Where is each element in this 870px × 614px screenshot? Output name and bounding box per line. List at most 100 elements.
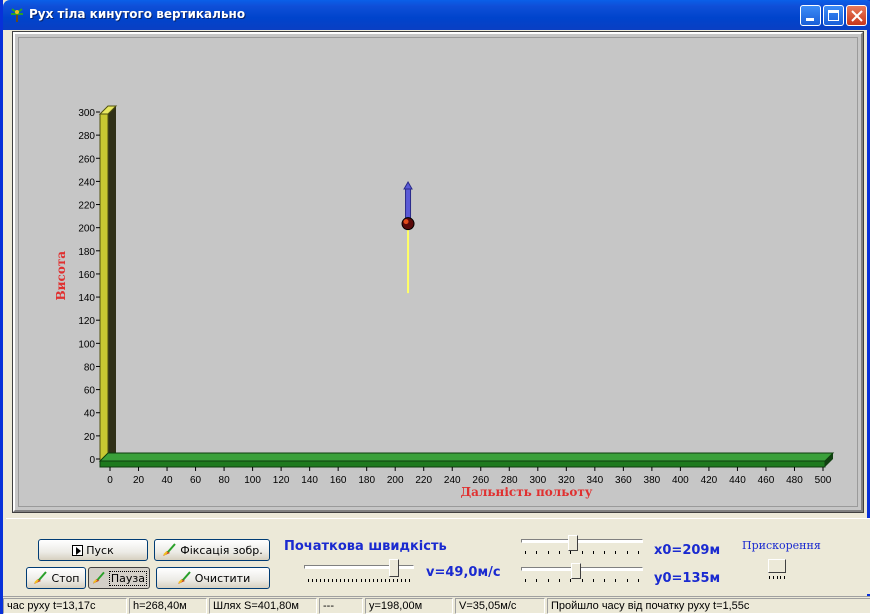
- slider-tick: [393, 579, 394, 582]
- x0-value: x0=209м: [654, 543, 721, 558]
- x-tick-label: 100: [244, 475, 261, 486]
- y-tick-label: 80: [84, 362, 96, 373]
- x-tick-label: 420: [701, 475, 718, 486]
- slider-tick: [352, 579, 353, 582]
- floor-front: [99, 460, 826, 468]
- control-panel: Пуск Фіксація зобр. Стоп Пауза Очистити …: [6, 518, 870, 594]
- slider-tick: [373, 579, 374, 582]
- slider-tick: [397, 579, 398, 582]
- acceleration-toggle[interactable]: [768, 559, 786, 573]
- y-tick-label: 40: [84, 409, 96, 420]
- minimize-icon: [806, 18, 814, 21]
- slider-tick: [582, 579, 583, 582]
- y-tick-label: 220: [78, 201, 95, 212]
- maximize-button[interactable]: [823, 5, 844, 26]
- y-tick-label: 120: [78, 316, 95, 327]
- slider-tick: [389, 579, 390, 582]
- wall-front: [99, 113, 109, 462]
- speed-slider[interactable]: [304, 559, 416, 585]
- slider-tick: [784, 576, 785, 579]
- floor-top: [98, 452, 835, 462]
- x-tick-label: 500: [815, 475, 832, 486]
- status-elapsed: Пройшло часу від початку руху t=1,55с: [547, 598, 870, 614]
- slider-tick: [332, 579, 333, 582]
- x-tick-label: 220: [415, 475, 432, 486]
- y0-slider-thumb[interactable]: [571, 563, 581, 579]
- slider-tick: [385, 579, 386, 582]
- x0-slider[interactable]: [521, 535, 645, 557]
- x-tick-label: 380: [644, 475, 661, 486]
- slider-tick: [615, 579, 616, 582]
- slider-tick: [777, 576, 778, 579]
- motion-chart: 0204060801001201401601802002202402602803…: [54, 105, 835, 499]
- speed-slider-ticks: [308, 579, 410, 583]
- slider-tick: [627, 551, 628, 554]
- app-icon: [11, 8, 23, 22]
- fix-image-button-label: Фіксація зобр.: [180, 543, 263, 557]
- slider-tick: [308, 579, 309, 582]
- close-icon: [851, 10, 863, 22]
- slider-tick: [356, 579, 357, 582]
- slider-tick: [365, 579, 366, 582]
- slider-tick: [381, 579, 382, 582]
- projectile-body: [401, 217, 415, 231]
- y-tick-label: 280: [78, 131, 95, 142]
- acceleration-ticks: [769, 576, 785, 580]
- y-tick-label: 140: [78, 293, 95, 304]
- slider-tick: [780, 576, 781, 579]
- x0-slider-thumb[interactable]: [568, 535, 578, 551]
- x-tick-label: 460: [758, 475, 775, 486]
- slider-tick: [570, 551, 571, 554]
- pause-button[interactable]: Пауза: [88, 567, 150, 589]
- y0-slider-ticks: [525, 579, 639, 583]
- title-bar[interactable]: Рух тіла кинутого вертикально: [3, 0, 870, 30]
- slider-tick: [336, 579, 337, 582]
- slider-tick: [548, 579, 549, 582]
- y-tick-label: 240: [78, 177, 95, 188]
- clear-button-label: Очистити: [194, 571, 251, 585]
- slider-tick: [536, 579, 537, 582]
- slider-tick: [405, 579, 406, 582]
- x-tick-label: 440: [729, 475, 746, 486]
- slider-tick: [604, 551, 605, 554]
- clear-button[interactable]: Очистити: [156, 567, 270, 589]
- y-tick-label: 200: [78, 224, 95, 235]
- app-window: Рух тіла кинутого вертикально 0 20 40 60 80 1…: [0, 0, 870, 614]
- stop-button[interactable]: Стоп: [26, 567, 86, 589]
- projectile-highlight: [403, 219, 409, 225]
- slider-tick: [377, 579, 378, 582]
- initial-speed-label: Початкова швидкість: [284, 539, 447, 554]
- slider-tick: [324, 579, 325, 582]
- speed-slider-thumb[interactable]: [389, 559, 399, 577]
- start-button[interactable]: Пуск: [38, 539, 148, 561]
- slider-tick: [615, 551, 616, 554]
- x-tick-label: 0: [107, 475, 113, 486]
- x-tick-label: 40: [161, 475, 173, 486]
- x-tick-label: 80: [219, 475, 231, 486]
- x-tick-label: 60: [190, 475, 202, 486]
- slider-tick: [328, 579, 329, 582]
- minimize-button[interactable]: [800, 5, 821, 26]
- close-button[interactable]: [846, 5, 867, 26]
- y-axis-label: Висота: [54, 251, 68, 301]
- slider-tick: [525, 551, 526, 554]
- y-tick-label: 300: [78, 108, 95, 119]
- status-y: y=198,00м: [365, 598, 453, 614]
- slider-tick: [320, 579, 321, 582]
- slider-tick: [401, 579, 402, 582]
- slider-tick: [604, 579, 605, 582]
- x-tick-label: 400: [672, 475, 689, 486]
- y0-slider[interactable]: [521, 563, 645, 585]
- fix-image-button[interactable]: Фіксація зобр.: [154, 539, 270, 561]
- y0-value: y0=135м: [654, 571, 721, 586]
- y-tick-label: 260: [78, 154, 95, 165]
- slider-tick: [593, 579, 594, 582]
- x-tick-label: 360: [615, 475, 632, 486]
- status-path: Шлях S=401,80м: [209, 598, 317, 614]
- slider-tick: [344, 579, 345, 582]
- x-tick-label: 120: [273, 475, 290, 486]
- status-height: h=268,40м: [129, 598, 207, 614]
- x-axis-label: Дальність польоту: [461, 485, 593, 499]
- y-tick-label: 0: [89, 455, 95, 466]
- y-tick-label: 100: [78, 339, 95, 350]
